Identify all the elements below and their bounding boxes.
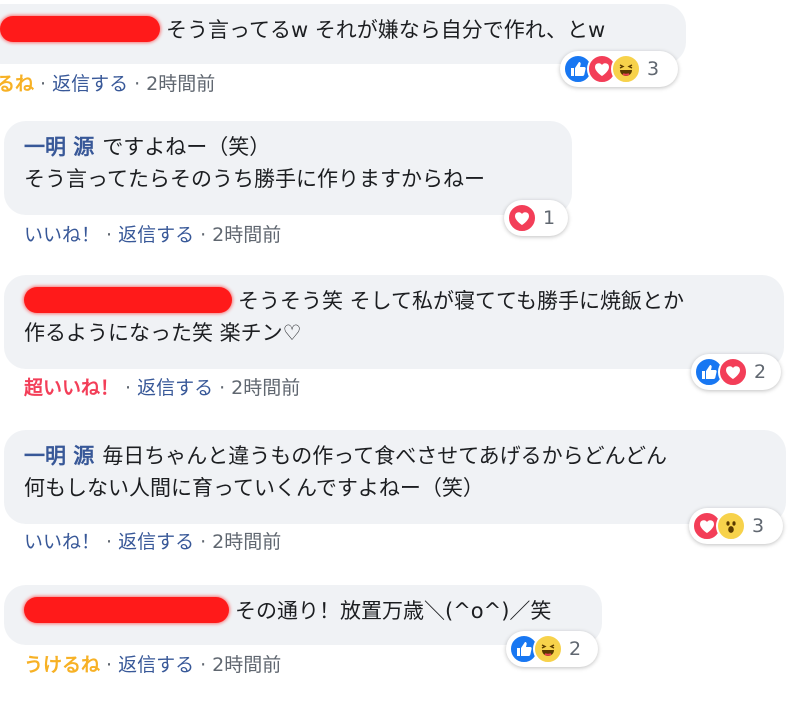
haha-icon — [533, 634, 563, 664]
reply-link[interactable]: 返信する — [118, 531, 194, 553]
reaction-count: 3 — [752, 515, 765, 537]
comment-text: その通り！放置万歳＼(^o^)／笑 — [235, 599, 552, 623]
reaction-link[interactable]: るね — [0, 73, 34, 95]
timestamp[interactable]: 2時間前 — [231, 377, 300, 399]
comment-text: 毎日ちゃんと違うもの作って食べさせてあげるからどんどん — [102, 444, 667, 468]
redacted-author-name — [24, 287, 232, 313]
timestamp[interactable]: 2時間前 — [212, 654, 281, 676]
reply-link[interactable]: 返信する — [118, 224, 194, 246]
comment-text: そう言ってたらそのうち勝手に作りますからねー — [24, 167, 485, 191]
reaction-count: 2 — [754, 361, 767, 383]
author-name[interactable]: 一明 源 — [24, 444, 94, 468]
reaction-summary[interactable]: 2 — [691, 354, 781, 390]
comment-actions: うけるね · 返信する · 2時間前 — [24, 654, 282, 676]
timestamp[interactable]: 2時間前 — [212, 224, 281, 246]
reaction-count: 1 — [543, 207, 556, 229]
reaction-link[interactable]: 超いいね！ — [24, 377, 119, 399]
redacted-author-name — [24, 597, 229, 623]
reply-link[interactable]: 返信する — [118, 654, 194, 676]
comment-text: 作るようになった笑 楽チン♡ — [24, 321, 302, 345]
reaction-count: 2 — [569, 638, 582, 660]
comment-actions: いいね！ · 返信する · 2時間前 — [24, 224, 282, 246]
comment-bubble: 一明 源毎日ちゃんと違うもの作って食べさせてあげるからどんどん 何もしない人間に… — [4, 430, 786, 524]
reply-link[interactable]: 返信する — [137, 377, 213, 399]
comment-bubble: そうそう笑 そして私が寝てても勝手に焼飯とか 作るようになった笑 楽チン♡ — [4, 275, 784, 369]
timestamp[interactable]: 2時間前 — [146, 73, 215, 95]
comment-actions: いいね！ · 返信する · 2時間前 — [24, 531, 282, 553]
comment-actions: 超いいね！ · 返信する · 2時間前 — [24, 377, 301, 399]
timestamp[interactable]: 2時間前 — [212, 531, 281, 553]
reaction-summary[interactable]: 3 — [560, 51, 678, 87]
reaction-count: 3 — [647, 58, 660, 80]
love-icon — [718, 357, 748, 387]
author-name[interactable]: 一明 源 — [24, 135, 94, 159]
comment-text: そうそう笑 そして私が寝てても勝手に焼飯とか — [238, 289, 684, 313]
reaction-summary[interactable]: 2 — [506, 631, 598, 667]
comment-text: 何もしない人間に育っていくんですよねー（笑） — [24, 476, 484, 500]
comment-text: そう言ってるw それが嫌なら自分で作れ、とw — [166, 18, 606, 42]
comment-bubble: 一明 源ですよねー（笑） そう言ってたらそのうち勝手に作りますからねー — [4, 121, 572, 215]
redacted-author-name — [0, 16, 160, 42]
reaction-summary[interactable]: 3 — [689, 508, 783, 544]
reaction-link[interactable]: うけるね — [24, 654, 100, 676]
comment-actions: るね · 返信する · 2時間前 — [0, 69, 215, 99]
love-icon — [507, 203, 537, 233]
like-link[interactable]: いいね！ — [24, 531, 100, 553]
like-link[interactable]: いいね！ — [24, 224, 100, 246]
comment-text: ですよねー（笑） — [102, 135, 271, 159]
wow-icon — [716, 511, 746, 541]
reply-link[interactable]: 返信する — [52, 73, 128, 95]
haha-icon — [611, 54, 641, 84]
reaction-summary[interactable]: 1 — [504, 200, 568, 236]
